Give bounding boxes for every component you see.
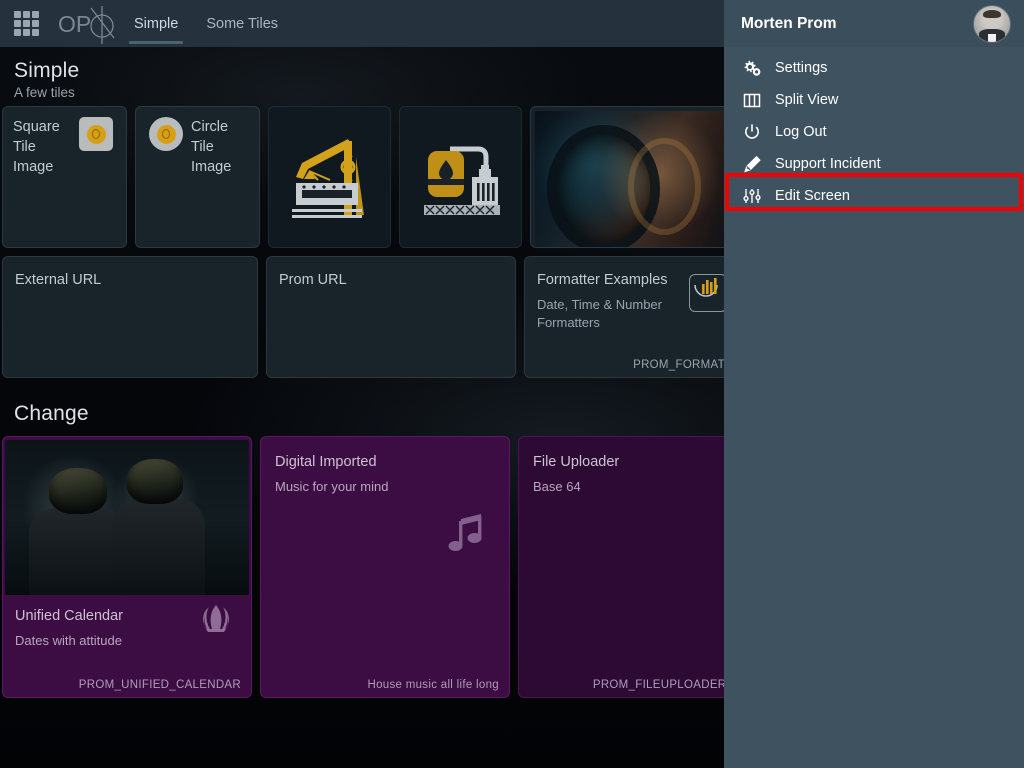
- sliders-icon: [741, 185, 763, 207]
- gold-dot-icon: [157, 125, 176, 144]
- prom-url-tile[interactable]: Prom URL: [266, 256, 516, 378]
- unified-calendar-footer: PROM_UNIFIED_CALENDAR: [79, 679, 241, 691]
- soldiers-snow-image: [5, 440, 249, 595]
- svg-text:OP: OP: [58, 11, 91, 37]
- columns-icon: [741, 89, 763, 111]
- circle-tile-image-label: Circle Tile Image: [191, 117, 249, 177]
- external-url-tile[interactable]: External URL: [2, 256, 258, 378]
- soldier-helmet-right: [127, 459, 183, 504]
- formatter-subtitle: Date, Time & Number Formatters: [537, 296, 687, 332]
- menu-item-support-incident-label: Support Incident: [775, 156, 881, 172]
- scifi-picture-tile[interactable]: [530, 106, 742, 248]
- file-uploader-subtitle: Base 64: [533, 478, 753, 496]
- circle-image-placeholder: [149, 117, 183, 151]
- menu-item-support-incident[interactable]: Support Incident: [724, 148, 1024, 180]
- digital-imported-tile[interactable]: Digital Imported Music for your mind Hou…: [260, 436, 510, 698]
- oil-refinery-icon: [416, 129, 506, 225]
- gold-dot-icon: [87, 125, 106, 144]
- user-panel-header: Morten Prom: [724, 0, 1024, 47]
- tag-pencil-icon: [741, 153, 763, 175]
- opa-logo: OP: [58, 4, 120, 44]
- app-root: OP Simple Some Tiles Simple A few tiles: [0, 0, 1024, 768]
- square-tile-image[interactable]: Square Tile Image: [2, 106, 127, 248]
- refinery-icon-tile[interactable]: [399, 106, 522, 248]
- avatar-hair: [983, 10, 1002, 19]
- user-name: Morten Prom: [741, 15, 837, 33]
- tab-simple-label: Simple: [134, 16, 178, 32]
- formatter-footer: PROM_FORMAT: [633, 359, 725, 371]
- tab-some-tiles[interactable]: Some Tiles: [192, 0, 292, 47]
- music-note-icon: [447, 513, 487, 555]
- user-menu-list: Settings Split View: [724, 47, 1024, 212]
- user-menu-panel: Morten Prom Settings: [724, 0, 1024, 768]
- menu-item-split-view[interactable]: Split View: [724, 84, 1024, 116]
- menu-item-log-out[interactable]: Log Out: [724, 116, 1024, 148]
- digital-imported-title: Digital Imported: [275, 453, 495, 472]
- tab-simple[interactable]: Simple: [120, 0, 192, 47]
- square-tile-image-label: Square Tile Image: [13, 117, 71, 177]
- chart-pie-bars-icon: [689, 274, 727, 312]
- menu-item-settings[interactable]: Settings: [724, 52, 1024, 84]
- spaceship-corridor-image: [535, 111, 737, 247]
- gear-icon: [741, 57, 763, 79]
- tab-some-tiles-label: Some Tiles: [206, 16, 278, 32]
- square-image-placeholder: [79, 117, 113, 151]
- menu-item-edit-screen[interactable]: Edit Screen: [724, 180, 1024, 212]
- menu-item-settings-label: Settings: [775, 60, 827, 76]
- crane-icon-tile[interactable]: [268, 106, 391, 248]
- power-icon: [741, 121, 763, 143]
- digital-imported-subtitle: Music for your mind: [275, 478, 495, 496]
- unified-calendar-tile[interactable]: Unified Calendar Dates with attitude PRO…: [2, 436, 252, 698]
- menu-item-split-view-label: Split View: [775, 92, 838, 108]
- jedi-order-icon: [199, 603, 233, 637]
- menu-item-log-out-label: Log Out: [775, 124, 827, 140]
- prom-url-title: Prom URL: [279, 271, 503, 290]
- formatter-examples-tile[interactable]: Formatter Examples Date, Time & Number F…: [524, 256, 736, 378]
- menu-item-edit-screen-label: Edit Screen: [775, 188, 850, 204]
- soldier-helmet-left: [49, 468, 108, 515]
- circle-tile-image[interactable]: Circle Tile Image: [135, 106, 260, 248]
- avatar-shirt: [988, 34, 997, 42]
- soldier-body-right: [112, 499, 205, 595]
- crane-icon: [282, 127, 378, 227]
- user-avatar-photo[interactable]: [973, 5, 1011, 43]
- file-uploader-title: File Uploader: [533, 453, 753, 472]
- apps-grid-icon[interactable]: [14, 11, 40, 37]
- digital-imported-footer: House music all life long: [367, 679, 499, 691]
- external-url-title: External URL: [15, 271, 245, 290]
